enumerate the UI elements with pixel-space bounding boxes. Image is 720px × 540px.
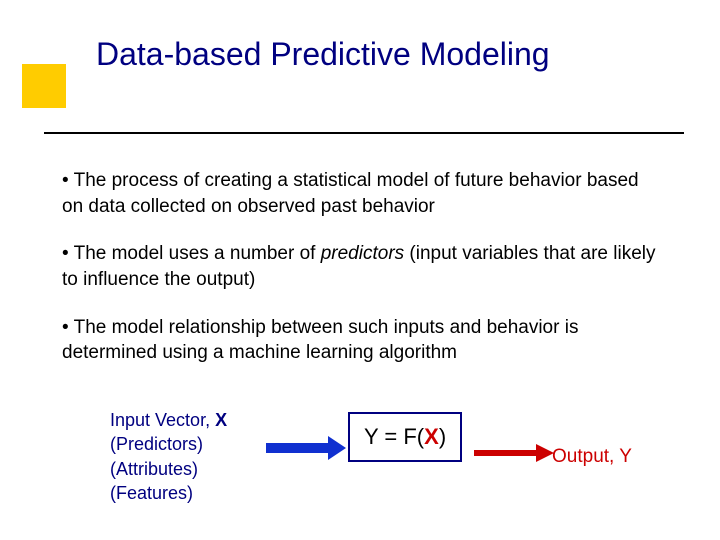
- bullet-2-pre: • The model uses a number of: [62, 243, 321, 264]
- formula-pre: Y = F(: [364, 424, 424, 449]
- input-x: X: [215, 410, 227, 430]
- diagram: Input Vector, X (Predictors) (Attributes…: [62, 408, 682, 518]
- formula-box: Y = F(X): [348, 412, 462, 462]
- bullet-1: • The process of creating a statistical …: [62, 168, 662, 219]
- bullet-3: • The model relationship between such in…: [62, 315, 662, 366]
- bullet-1-post: past behavior: [316, 196, 435, 217]
- bullet-2: • The model uses a number of predictors …: [62, 241, 662, 292]
- formula-post: ): [439, 424, 446, 449]
- input-line-4: (Features): [110, 481, 270, 505]
- arrow-left-icon: [266, 436, 346, 460]
- input-vector-block: Input Vector, X (Predictors) (Attributes…: [110, 408, 270, 505]
- formula-x: X: [424, 424, 439, 449]
- input-line-1: Input Vector, X: [110, 408, 270, 432]
- bullet-1-observed: observed: [237, 196, 315, 217]
- bullet-list: • The process of creating a statistical …: [62, 168, 662, 388]
- arrow-right-icon: [474, 444, 554, 462]
- slide-title: Data-based Predictive Modeling: [96, 36, 550, 73]
- accent-block: [22, 64, 66, 108]
- output-label: Output, Y: [552, 446, 632, 468]
- bullet-2-predictors: predictors: [321, 243, 404, 264]
- input-line-2: (Predictors): [110, 432, 270, 456]
- input-line-3: (Attributes): [110, 457, 270, 481]
- input-line-1-pre: Input Vector,: [110, 410, 215, 430]
- title-underline: [44, 132, 684, 134]
